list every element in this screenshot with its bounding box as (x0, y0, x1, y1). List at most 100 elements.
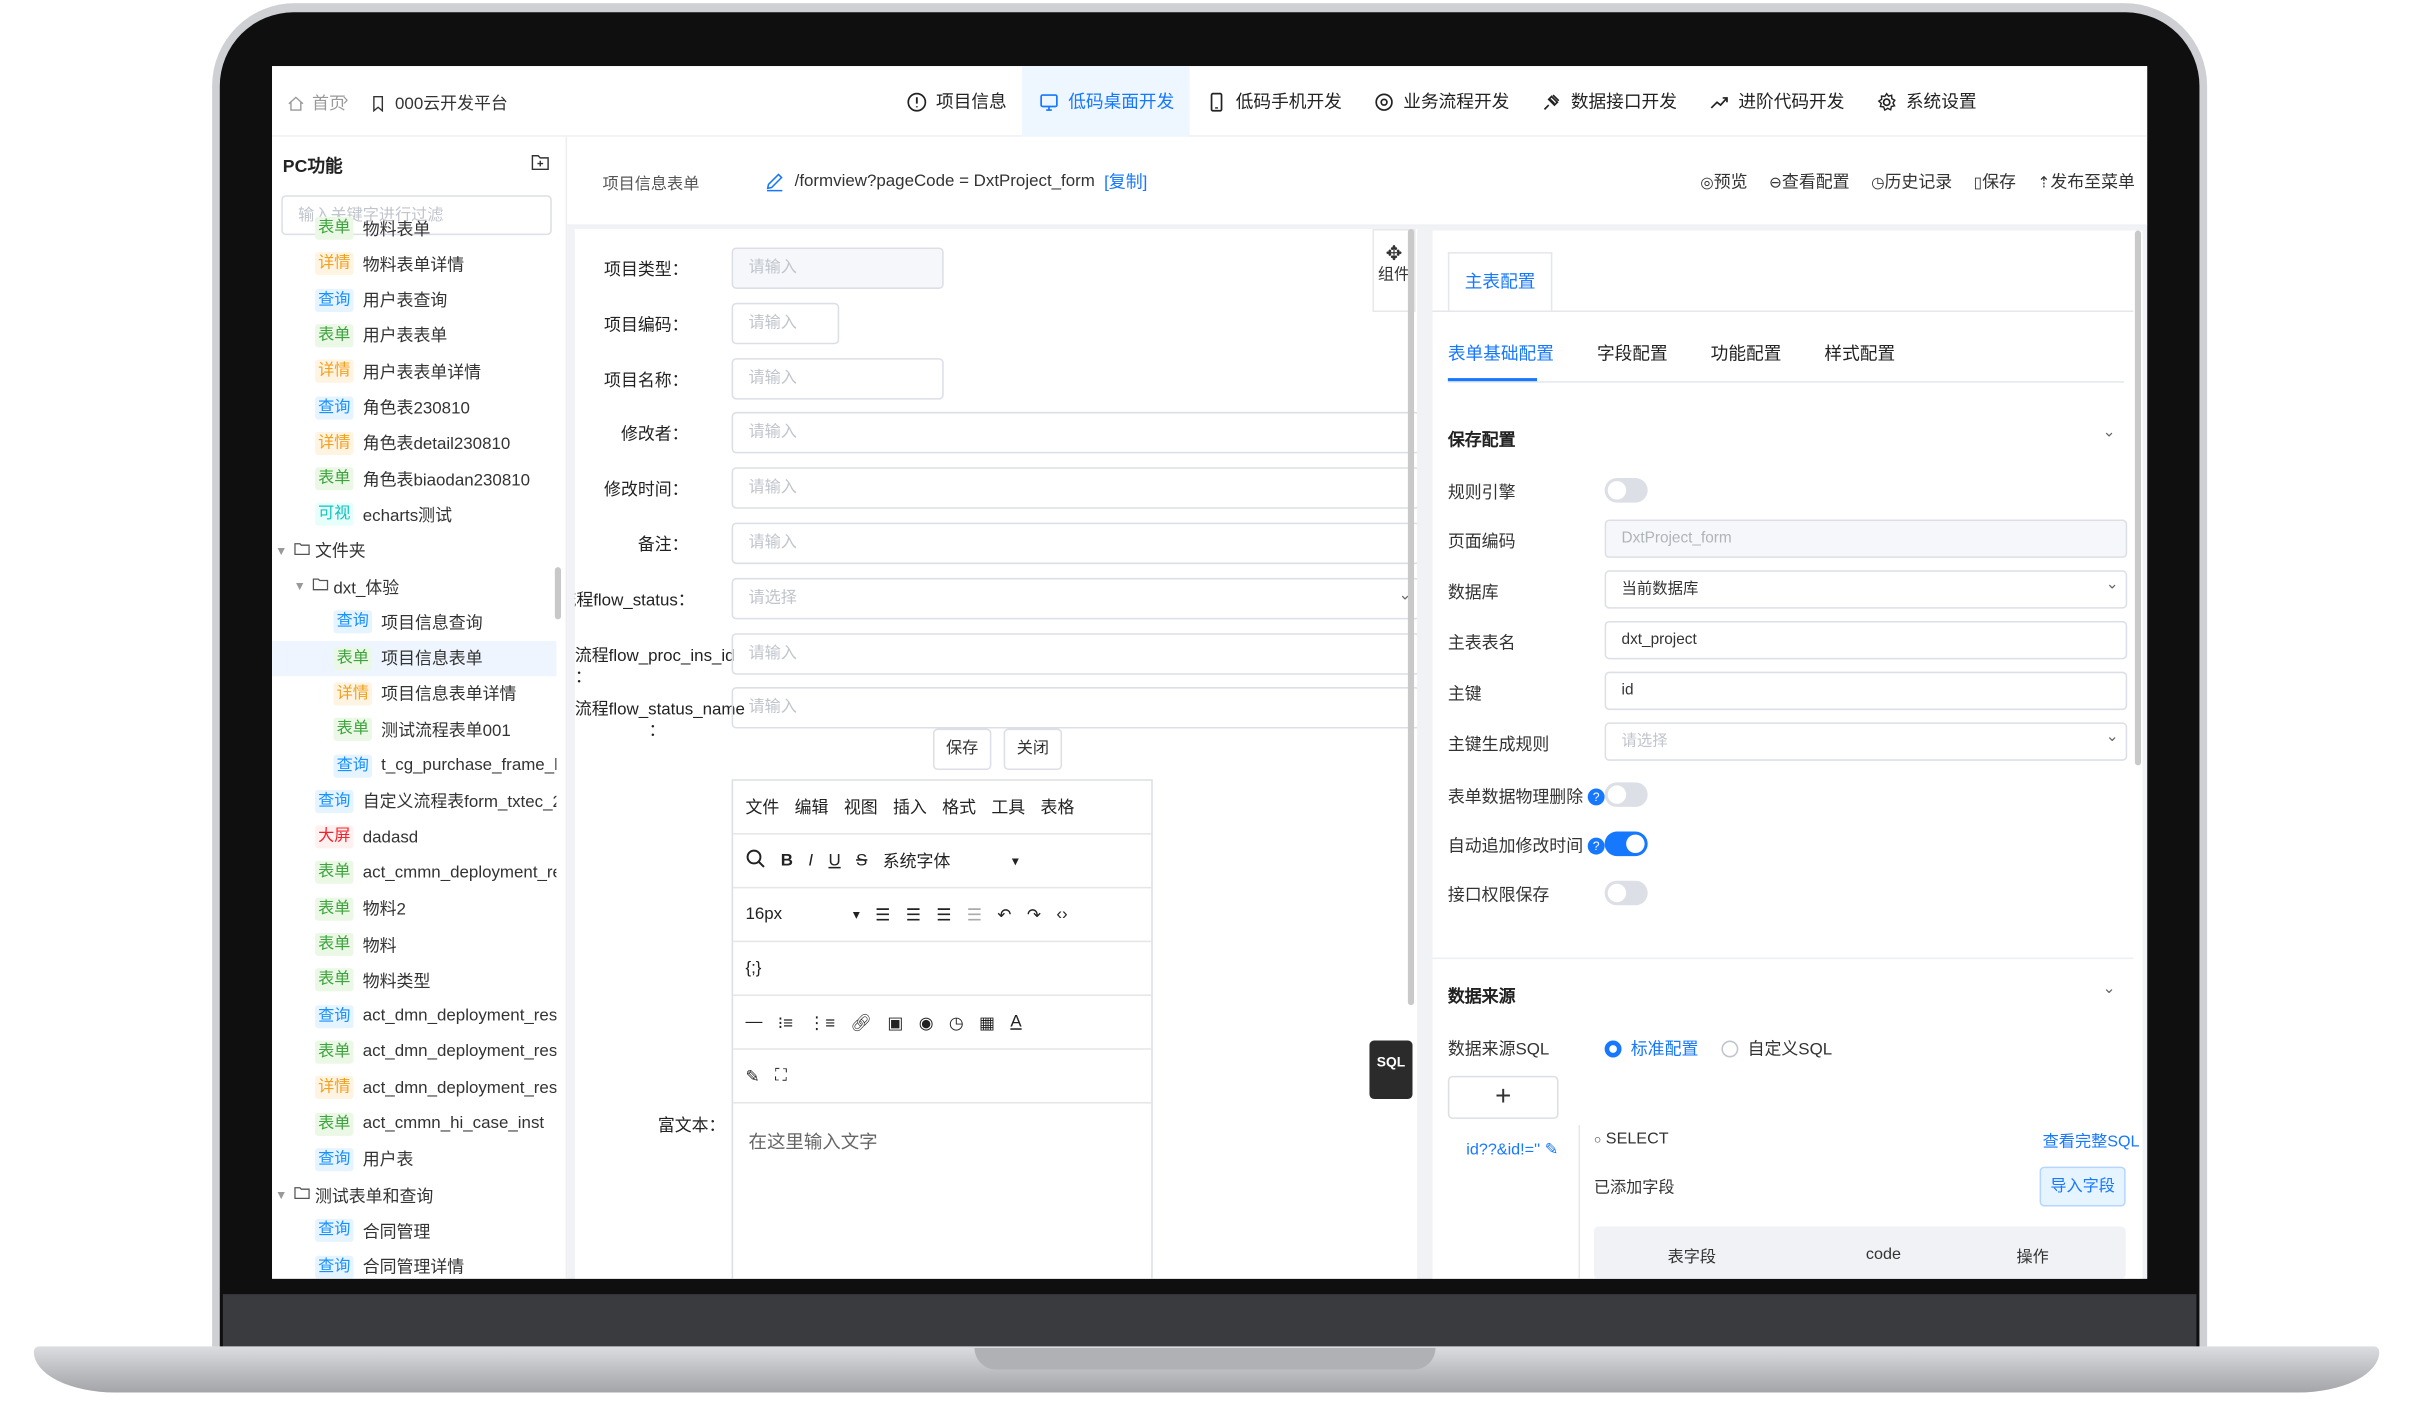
code-icon[interactable]: ‹› (1056, 905, 1067, 923)
underline-icon[interactable]: U (828, 851, 840, 869)
editor-menu-2[interactable]: 视图 (844, 795, 878, 820)
bullet-list-icon[interactable]: ⁝≡ (778, 1012, 793, 1032)
import-field-button[interactable]: 导入字段 (2039, 1166, 2126, 1207)
align-left-icon[interactable]: ☰ (875, 905, 890, 924)
nav-item-6[interactable]: 系统设置 (1860, 66, 1992, 137)
config-input[interactable]: DxtProject_form (1604, 519, 2128, 558)
editor-menu-0[interactable]: 文件 (745, 795, 779, 820)
nav-item-5[interactable]: 进阶代码开发 (1692, 66, 1860, 137)
editor-content[interactable]: 在这里输入文字 (749, 1128, 878, 1154)
nav-item-2[interactable]: 低码手机开发 (1190, 66, 1358, 137)
bold-icon[interactable]: B (781, 851, 793, 869)
config-subtab-1[interactable]: 字段配置 (1597, 341, 1668, 366)
tree-item[interactable]: 表单 用户表表单 (272, 318, 556, 353)
edit-icon[interactable]: ✎ (1545, 1140, 1559, 1158)
fullscreen-icon[interactable]: ⛶ (775, 1066, 787, 1086)
tab-main-config[interactable]: 主表配置 (1447, 252, 1553, 311)
tree-item[interactable]: 表单 测试流程表单001 (272, 712, 556, 747)
tree-item[interactable]: 查询 act_dmn_deployment_resoui (272, 998, 556, 1033)
tree-item[interactable]: 大屏 dadasd (272, 819, 556, 854)
italic-icon[interactable]: I (808, 851, 813, 869)
form-close-button[interactable]: 关闭 (1003, 728, 1063, 771)
config-switch[interactable] (1604, 478, 1648, 503)
copy-link[interactable]: [复制] (1104, 169, 1147, 194)
radio-standard[interactable]: 标准配置 (1604, 1036, 1698, 1061)
tree-folder[interactable]: ▼ 测试表单和查询 (272, 1177, 556, 1212)
field-input[interactable]: 请输入 (731, 412, 1418, 455)
link-icon[interactable]: 🔗︎ (850, 1012, 871, 1032)
redo-icon[interactable]: ↷ (1027, 905, 1041, 924)
sidebar-scrollbar[interactable] (554, 567, 562, 620)
tree-item[interactable]: 查询 用户表查询 (272, 282, 556, 317)
font-family-select[interactable]: 系统字体 (883, 848, 951, 873)
config-select[interactable]: 请选择 (1604, 722, 2128, 761)
chevron-down-icon[interactable]: ⌄ (2103, 424, 2116, 441)
align-right-icon[interactable]: ☰ (936, 905, 951, 924)
config-subtab-3[interactable]: 样式配置 (1824, 341, 1895, 366)
table-icon[interactable]: ▦ (979, 1012, 995, 1032)
config-scrollbar[interactable] (2134, 230, 2142, 766)
tree-item[interactable]: 详情 物料表单详情 (272, 246, 556, 281)
tree-item[interactable]: 可视 echarts测试 (272, 497, 556, 532)
toolbar-action-3[interactable]: ▯保存 (1974, 169, 2016, 194)
horizontal-line-icon[interactable]: — (745, 1013, 762, 1031)
tree-item[interactable]: 表单 项目信息表单 (272, 640, 557, 676)
tree-item[interactable]: 表单 物料类型 (272, 963, 556, 998)
image-icon[interactable]: ▣ (887, 1012, 903, 1032)
form-save-button[interactable]: 保存 (932, 728, 992, 771)
undo-icon[interactable]: ↶ (997, 905, 1011, 924)
text-color-icon[interactable]: A (1010, 1013, 1021, 1031)
config-input[interactable]: id (1604, 671, 2128, 711)
font-size-select[interactable]: 16px (745, 905, 782, 923)
caret-down-icon[interactable]: ▼ (294, 579, 306, 593)
nav-item-3[interactable]: 业务流程开发 (1357, 66, 1525, 137)
caret-down-icon[interactable]: ▼ (275, 1188, 287, 1202)
highlight-icon[interactable]: ✎ (745, 1066, 759, 1085)
breadcrumb-app[interactable]: 000云开发平台 (367, 91, 508, 116)
tree-item[interactable]: 详情 项目信息表单详情 (272, 676, 556, 711)
field-input[interactable]: 请输入 (731, 632, 1418, 675)
media-icon[interactable]: ◉ (919, 1012, 934, 1032)
breadcrumb-home[interactable]: 首页 (284, 91, 346, 116)
numbered-list-icon[interactable]: ⋮≡ (808, 1012, 835, 1032)
view-full-sql-link[interactable]: 查看完整SQL (2043, 1130, 2140, 1153)
config-switch[interactable] (1604, 880, 1648, 906)
config-subtab-2[interactable]: 功能配置 (1711, 341, 1782, 366)
field-input[interactable]: 请输入 (731, 522, 1418, 565)
caret-down-icon[interactable]: ▼ (275, 544, 287, 558)
config-switch[interactable] (1604, 782, 1648, 807)
toolbar-action-2[interactable]: ◷历史记录 (1871, 169, 1952, 194)
config-switch[interactable] (1604, 831, 1648, 857)
align-center-icon[interactable]: ☰ (906, 905, 921, 924)
tree-item[interactable]: 查询 合同管理 (272, 1213, 556, 1248)
tree-item[interactable]: 详情 用户表表单详情 (272, 354, 556, 389)
editor-menu-1[interactable]: 编辑 (795, 795, 829, 820)
tree-item[interactable]: 表单 act_dmn_deployment_resoui (272, 1034, 556, 1069)
radio-custom-sql[interactable]: 自定义SQL (1721, 1036, 1832, 1061)
help-icon[interactable]: ? (1587, 837, 1605, 855)
field-select[interactable]: 请选择 (731, 577, 1418, 620)
tree-item[interactable]: 表单 角色表biaodan230810 (272, 461, 556, 496)
tree-folder[interactable]: ▼ 文件夹 (272, 533, 556, 568)
editor-menu-4[interactable]: 格式 (942, 795, 976, 820)
chevron-down-icon[interactable]: ⌄ (2106, 576, 2119, 593)
editor-menu-3[interactable]: 插入 (893, 795, 927, 820)
field-input[interactable]: 请输入 (731, 247, 944, 289)
tree-item[interactable]: 详情 角色表detail230810 (272, 425, 556, 460)
tree-item[interactable]: 查询 用户表 (272, 1142, 556, 1177)
tree-item[interactable]: 表单 物料表单 (272, 211, 556, 246)
editor-menu-6[interactable]: 表格 (1041, 795, 1075, 820)
help-icon[interactable]: ? (1587, 788, 1605, 806)
toolbar-action-4[interactable]: ⇡发布至菜单 (2037, 169, 2134, 194)
outdent-icon[interactable]: ☰ (967, 905, 982, 924)
sql-button[interactable]: SQL (1369, 1040, 1413, 1099)
clock-icon[interactable]: ◷ (949, 1012, 964, 1032)
tree-item[interactable]: 查询 角色表230810 (272, 390, 556, 425)
toolbar-action-1[interactable]: ⊖查看配置 (1769, 169, 1850, 194)
tree-item[interactable]: 查询自定义流程表form_txtec_229 (272, 784, 556, 819)
tree-item[interactable]: 表单 物料 (272, 927, 556, 962)
add-table-button[interactable]: + (1447, 1075, 1559, 1119)
tree-item[interactable]: 查询 t_cg_purchase_frame_hz (272, 748, 556, 783)
nav-item-4[interactable]: 数据接口开发 (1525, 66, 1693, 137)
tree-item[interactable]: 表单 act_cmmn_deployment_resc (272, 855, 556, 890)
